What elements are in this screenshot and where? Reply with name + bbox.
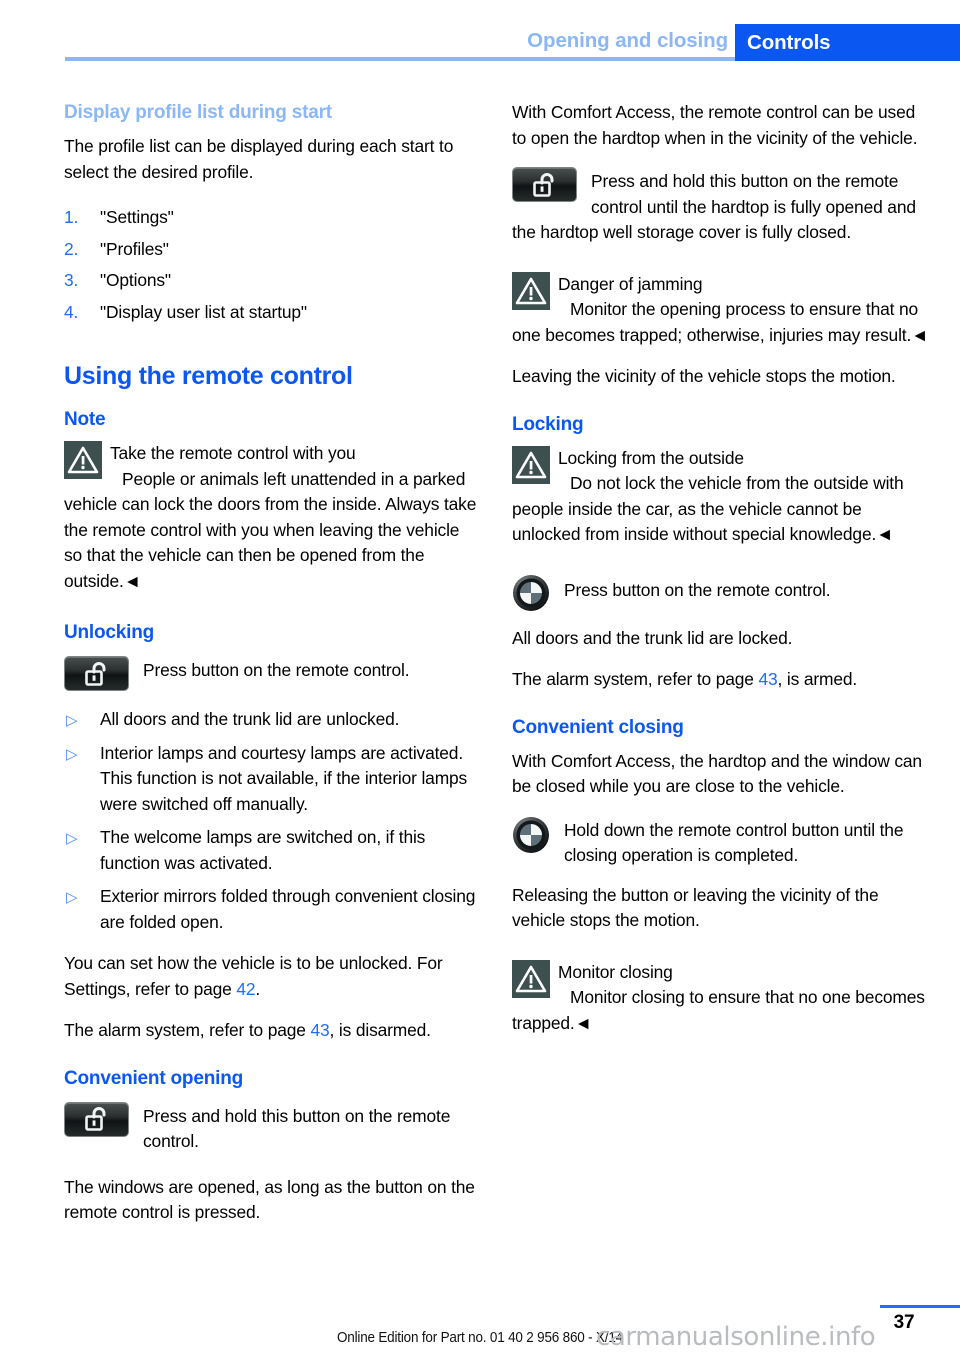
triangle-bullet-icon: ▷ <box>66 745 78 763</box>
bmw-roundel-icon <box>512 816 550 854</box>
page-reference: 42 <box>236 978 256 999</box>
list-item: 3. "Options" <box>64 268 482 294</box>
paragraph-convenient-closing-intro: With Comfort Access, the hardtop and the… <box>512 750 922 797</box>
unlock-padlock-button-icon <box>64 656 129 691</box>
list-item: 4. "Display user list at startup" <box>64 300 482 326</box>
heading-locking: Locking <box>512 413 584 435</box>
profile-steps-list: 1. "Settings" 2. "Profiles" 3. "Options" 4.… <box>64 205 482 325</box>
list-marker: 4. <box>64 301 79 322</box>
convenient-opening-button-block: Press and hold this button on the remote… <box>64 1101 482 1155</box>
warning-triangle-icon <box>512 271 550 310</box>
bmw-roundel-icon <box>512 574 550 612</box>
heading-convenient-closing: Convenient closing <box>512 716 684 738</box>
page-reference: 43 <box>310 1020 330 1040</box>
page-header: Opening and closing Controls <box>0 0 960 66</box>
note-warning-title: Take the remote control with you <box>110 443 356 463</box>
footer-divider-rule <box>880 1305 960 1308</box>
alarm-text-end: , is disarmed. <box>329 1020 431 1040</box>
alarm-text-start: The alarm system, refer to page <box>512 669 759 689</box>
heading-convenient-opening: Convenient opening <box>64 1067 244 1089</box>
monitor-closing-warning-block: Monitor closing Monitor closing to ensur… <box>512 959 930 1037</box>
list-item-label: Exterior mirrors folded through convenie… <box>100 886 476 932</box>
warning-triangle-icon <box>64 441 102 479</box>
jamming-warning-title: Danger of jamming <box>558 273 703 294</box>
list-item-label: Interior lamps and courtesy lamps are ac… <box>100 742 468 814</box>
heading-using-the-remote-control: Using the remote control <box>64 362 353 390</box>
paragraph-alarm-disarmed: The alarm system, refer to page 43, is d… <box>64 1018 482 1044</box>
paragraph-releasing-button: Releasing the button or leaving the vici… <box>512 884 879 931</box>
list-item-label: "Options" <box>100 270 171 290</box>
left-column: Display profile list during start The pr… <box>64 100 482 1226</box>
locking-button-text: Press button on the remote control. <box>564 579 831 600</box>
unlocking-results-list: ▷ All doors and the trunk lid are unlocke… <box>64 707 482 935</box>
alarm-text-end: , is armed. <box>777 669 858 689</box>
unlock-padlock-button-icon <box>64 1101 129 1137</box>
list-item-label: The welcome lamps are switched on, if th… <box>100 827 426 873</box>
locking-warning-body: Do not lock the vehicle from the outside… <box>512 473 904 544</box>
list-item: ▷ All doors and the trunk lid are unlocke… <box>64 707 482 733</box>
header-section-title: Controls <box>747 31 831 54</box>
unlock-settings-text-end: . <box>255 978 261 999</box>
convenient-closing-button-text: Hold down the remote control button unti… <box>564 819 904 866</box>
paragraph-leaving-vicinity: Leaving the vicinity of the vehicle stop… <box>512 366 896 386</box>
watermark: carmanualsonline.info <box>596 1322 876 1352</box>
note-warning-block: Take the remote control with you People … <box>64 441 482 594</box>
heading-unlocking: Unlocking <box>64 622 155 643</box>
note-warning-body: People or animals left unattended in a p… <box>64 468 477 591</box>
list-marker: 1. <box>64 207 79 227</box>
warning-triangle-icon <box>512 445 550 484</box>
alarm-text-start: The alarm system, refer to page <box>64 1020 311 1040</box>
comfort-access-button-block: Press and hold this button on the remote… <box>512 167 930 246</box>
list-item: 2. "Profiles" <box>64 237 482 263</box>
heading-display-profile-list: Display profile list during start <box>64 102 332 123</box>
heading-note: Note <box>64 409 106 430</box>
locking-warning-title: Locking from the outside <box>558 447 744 468</box>
triangle-bullet-icon: ▷ <box>66 712 78 729</box>
jamming-warning-body: Monitor the opening process to ensure th… <box>512 299 929 345</box>
header-divider-rule <box>65 57 735 61</box>
convenient-closing-button-block: Hold down the remote control button unti… <box>512 816 930 869</box>
paragraph-all-doors-locked: All doors and the trunk lid are locked. <box>512 627 793 648</box>
list-item: ▷ Exterior mirrors folded through conveni… <box>64 884 482 935</box>
list-item-label: "Settings" <box>100 207 174 227</box>
list-item-label: "Display user list at startup" <box>100 301 307 322</box>
list-item-label: All doors and the trunk lid are unlocked… <box>100 709 400 729</box>
header-chapter-title: Opening and closing <box>527 29 728 52</box>
list-marker: 3. <box>64 270 79 290</box>
triangle-bullet-icon: ▷ <box>66 889 78 906</box>
triangle-bullet-icon: ▷ <box>66 830 78 847</box>
paragraph-profile-intro: The profile list can be displayed during… <box>64 136 454 182</box>
right-column: With Comfort Access, the remote control … <box>512 100 930 1036</box>
paragraph-alarm-armed: The alarm system, refer to page 43, is a… <box>512 667 930 693</box>
paragraph-windows-opened: The windows are opened, as long as the b… <box>64 1176 475 1223</box>
monitor-closing-body: Monitor closing to ensure that no one be… <box>512 987 925 1033</box>
locking-warning-block: Locking from the outside Do not lock the… <box>512 445 930 548</box>
page-reference: 43 <box>758 669 778 689</box>
unlock-padlock-button-icon <box>512 167 577 202</box>
monitor-closing-title: Monitor closing <box>558 961 673 982</box>
list-item: ▷ Interior lamps and courtesy lamps are a… <box>64 741 482 818</box>
paragraph-comfort-access-intro: With Comfort Access, the remote control … <box>512 102 918 148</box>
list-marker: 2. <box>64 238 79 259</box>
list-item: 1. "Settings" <box>64 205 482 231</box>
list-item: ▷ The welcome lamps are switched on, if t… <box>64 825 482 876</box>
paragraph-unlock-settings: You can set how the vehicle is to be unl… <box>64 951 482 1002</box>
list-item-label: "Profiles" <box>100 238 169 259</box>
locking-button-block: Press button on the remote control. <box>512 574 930 612</box>
unlocking-button-block: Press button on the remote control. <box>64 656 482 691</box>
warning-triangle-icon <box>512 959 550 998</box>
header-section-badge: Controls <box>735 24 960 61</box>
jamming-warning-block: Danger of jamming Monitor the opening pr… <box>512 271 930 349</box>
